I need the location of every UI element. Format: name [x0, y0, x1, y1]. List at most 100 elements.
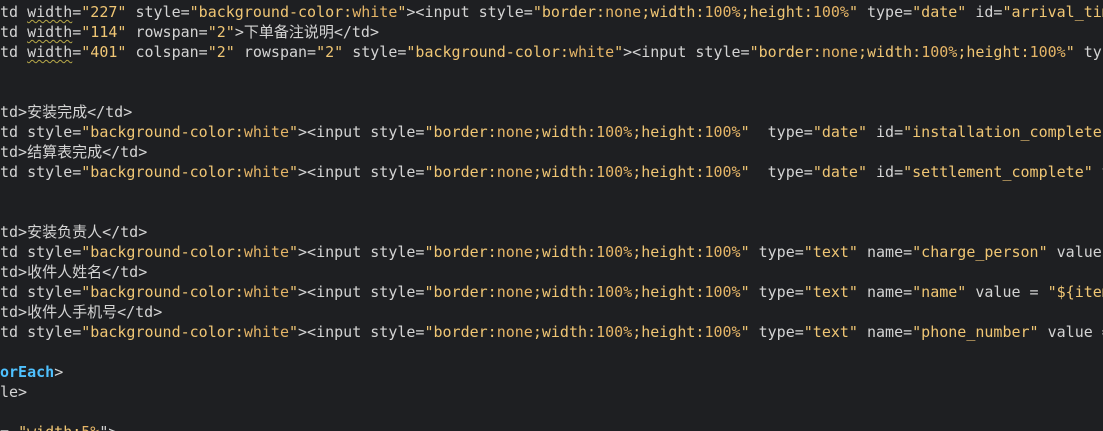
code-line: td>安装负责人</td> — [0, 222, 147, 242]
code-editor[interactable]: td width="227" style="background-color:w… — [0, 0, 1103, 431]
code-token: id= — [867, 123, 904, 141]
code-token: none — [496, 243, 533, 261]
code-token: "charge_person" — [912, 243, 1048, 261]
code-token: white — [568, 43, 615, 61]
code-token: > — [54, 363, 64, 381]
code-token: 100% — [1029, 43, 1066, 61]
code-token: "background-color: — [81, 323, 244, 341]
code-token: "settlement_complete" — [903, 163, 1093, 181]
code-token: ;height: — [632, 283, 705, 301]
code-token: typ — [1083, 43, 1103, 61]
code-token: "227" — [81, 3, 127, 21]
code-token: white — [243, 243, 289, 261]
code-token: 100% — [596, 323, 633, 341]
code-line: td style="background-color:white"><input… — [0, 162, 1103, 182]
code-token: " — [289, 243, 299, 261]
code-token: ><input style= — [298, 123, 425, 141]
code-token: ;width: — [641, 3, 705, 21]
code-token: 100% — [812, 3, 849, 21]
code-token: " — [614, 43, 624, 61]
code-token: width — [27, 23, 73, 41]
code-token: ;height: — [632, 163, 705, 181]
code-token: >下单备注说明</td> — [234, 23, 379, 41]
code-line: td width="227" style="background-color:w… — [0, 2, 1103, 22]
code-token: type= — [749, 163, 813, 181]
code-token: none — [605, 3, 642, 21]
code-token: td>安装完成</td> — [0, 103, 133, 121]
code-token: id= — [867, 163, 904, 181]
code-line: td style="background-color:white"><input… — [0, 242, 1102, 262]
code-token: " — [740, 283, 750, 301]
code-token: id= — [966, 3, 1003, 21]
code-token: 100% — [704, 283, 741, 301]
code-token: "installation_complete" — [903, 123, 1103, 141]
code-token: td>收件人手机号</td> — [0, 303, 163, 321]
code-token: "2" — [207, 43, 235, 61]
code-line: orEach> — [0, 362, 63, 382]
code-token: "background-color: — [81, 123, 244, 141]
code-token: 100% — [704, 243, 741, 261]
code-token: "text" — [803, 283, 858, 301]
code-token: ;width: — [532, 123, 597, 141]
code-token: ><input style= — [298, 283, 425, 301]
code-token: type= — [749, 243, 804, 261]
code-token: td style= — [0, 163, 82, 181]
code-line: td>结算表完成</td> — [0, 142, 147, 162]
code-token: 5% — [81, 423, 99, 431]
code-token: "401" — [81, 43, 127, 61]
code-token: le> — [0, 383, 28, 401]
code-token: "date" — [812, 123, 867, 141]
code-token: ><input style= — [298, 163, 425, 181]
code-token: "width: — [18, 423, 81, 431]
code-token: = — [72, 23, 82, 41]
code-token: rowspan= — [126, 23, 208, 41]
code-line: td style="background-color:white"><input… — [0, 322, 1103, 342]
code-token: ;width: — [532, 243, 597, 261]
code-token: none — [496, 283, 533, 301]
code-token: td>结算表完成</td> — [0, 143, 148, 161]
code-token: 100% — [596, 163, 633, 181]
code-token: 100% — [704, 323, 741, 341]
code-token: "border: — [424, 123, 497, 141]
code-token: white — [243, 283, 289, 301]
code-token: type= — [749, 323, 804, 341]
code-line: td>收件人姓名</td> — [0, 262, 147, 282]
code-token: "arrival_tim — [1002, 3, 1103, 21]
code-token: "${item — [1047, 283, 1103, 301]
code-token: white — [243, 163, 289, 181]
code-token: "background-color: — [81, 243, 244, 261]
code-token: td style= — [0, 243, 82, 261]
code-token: "phone_number" — [912, 323, 1039, 341]
code-token: td style= — [0, 323, 82, 341]
code-token: 100% — [704, 123, 741, 141]
code-token: type= — [857, 3, 913, 21]
code-token: "date" — [812, 163, 867, 181]
code-token: type= — [749, 123, 813, 141]
code-token: " — [289, 283, 299, 301]
code-token: "border: — [424, 323, 497, 341]
code-token: "border: — [424, 283, 497, 301]
code-token: " — [848, 3, 858, 21]
code-token: " — [289, 123, 299, 141]
code-token: width — [27, 43, 73, 61]
code-token: "background-color: — [406, 43, 569, 61]
code-token: none — [821, 43, 858, 61]
code-token: "border: — [749, 43, 822, 61]
code-token: ;height: — [632, 243, 705, 261]
code-token: 100% — [921, 43, 958, 61]
code-token: = — [72, 3, 82, 21]
code-token: name= — [857, 243, 913, 261]
code-token: white — [243, 123, 289, 141]
code-token: " — [1065, 43, 1075, 61]
code-token: ;height: — [740, 3, 813, 21]
code-token: ><input style= — [406, 3, 533, 21]
code-token: td>收件人姓名</td> — [0, 263, 148, 281]
code-token: td — [0, 23, 28, 41]
code-line: td width="114" rowspan="2">下单备注说明</td> — [0, 22, 379, 42]
code-token: td style= — [0, 123, 82, 141]
code-token: td style= — [0, 283, 82, 301]
code-token: " — [289, 163, 299, 181]
code-token: v — [1093, 163, 1103, 181]
code-token: 100% — [596, 243, 633, 261]
code-token: "> — [99, 423, 117, 431]
